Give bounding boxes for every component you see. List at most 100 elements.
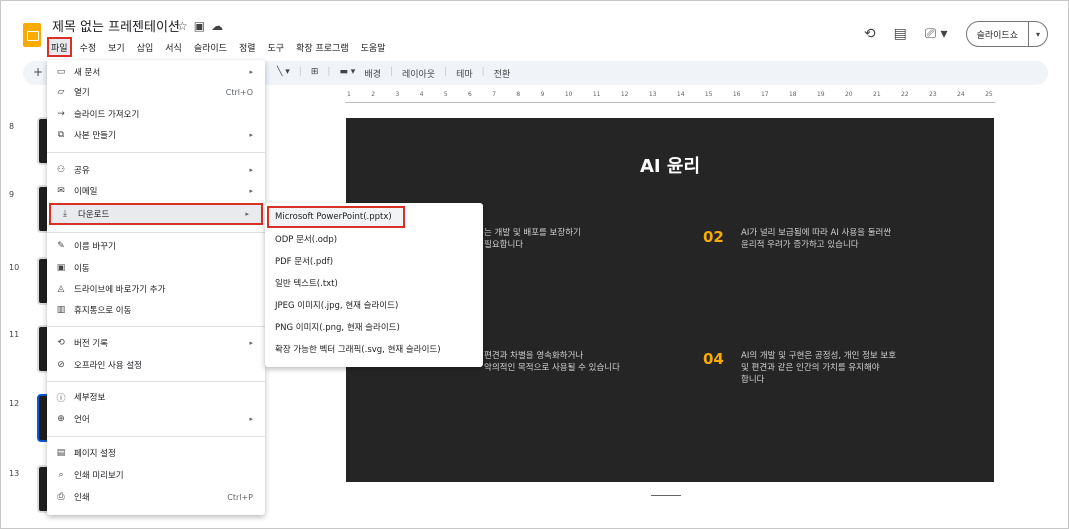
menu-divider bbox=[47, 232, 265, 233]
menu-item-version-history[interactable]: ⟲ 버전 기록 ▸ bbox=[47, 334, 265, 352]
menu-item-download[interactable]: ⤓ 다운로드 ▸ bbox=[49, 203, 263, 225]
history-icon: ⟲ bbox=[57, 338, 65, 348]
download-png[interactable]: PNG 이미지(.png, 현재 슬라이드) bbox=[275, 318, 475, 336]
download-pdf[interactable]: PDF 문서(.pdf) bbox=[275, 252, 475, 270]
menu-slide[interactable]: 슬라이드 bbox=[192, 39, 229, 55]
download-pptx[interactable]: Microsoft PowerPoint(.pptx) bbox=[267, 206, 405, 228]
cloud-status-icon[interactable]: ☁ bbox=[211, 19, 229, 33]
offline-icon: ⊘ bbox=[57, 360, 65, 370]
open-folder-icon: ▱ bbox=[57, 87, 65, 97]
slide-block-4[interactable]: AI의 개발 및 구현은 공정성, 개인 정보 보호 및 편견과 같은 인간의 … bbox=[741, 350, 896, 386]
fill-color-icon[interactable]: ▬ ▾ bbox=[339, 67, 355, 80]
menu-bar: 파일 수정 보기 삽입 서식 슬라이드 정렬 도구 확장 프로그램 도움말 bbox=[47, 37, 388, 57]
star-icon[interactable]: ☆ bbox=[177, 19, 194, 33]
ruler-tick-label: 7 bbox=[492, 91, 497, 98]
ruler-tick-label: 17 bbox=[760, 91, 769, 98]
line-tool-icon[interactable]: ╲ ▾ bbox=[277, 67, 290, 80]
slide-number: 13 bbox=[9, 469, 20, 478]
title-icons: ☆▣☁ bbox=[177, 19, 229, 33]
page-setup-icon: ▤ bbox=[56, 448, 66, 458]
slide-title[interactable]: AI 윤리 bbox=[346, 152, 994, 178]
ruler-tick-label: 23 bbox=[929, 91, 937, 98]
menu-item-import-slides[interactable]: → 슬라이드 가져오기 bbox=[47, 105, 265, 123]
history-icon[interactable]: ⟲ bbox=[864, 26, 876, 42]
toolbar-background[interactable]: 배경 bbox=[364, 67, 381, 80]
menu-item-print[interactable]: ⎙ 인쇄 Ctrl+P bbox=[47, 488, 265, 506]
ruler-tick-label: 9 bbox=[540, 91, 545, 98]
menu-item-add-shortcut[interactable]: ◬ 드라이브에 바로가기 추가 bbox=[47, 280, 265, 298]
menu-item-open[interactable]: ▱ 열기 Ctrl+O bbox=[47, 83, 265, 101]
app-window: 제목 없는 프레젠테이션 ☆▣☁ 파일 수정 보기 삽입 서식 슬라이드 정렬 … bbox=[0, 0, 1069, 529]
slide-number-02[interactable]: 02 bbox=[703, 228, 724, 246]
ruler-tick-label: 15 bbox=[704, 91, 713, 98]
toolbar-layout[interactable]: 레이아웃 bbox=[402, 67, 435, 80]
menu-help[interactable]: 도움말 bbox=[359, 39, 388, 55]
ruler-tick-label: 22 bbox=[901, 91, 909, 98]
ruler: 1 2 3 4 5 6 7 8 9 10 11 12 13 14 15 16 17 18 19 20 21 22 23 24 2… bbox=[345, 91, 995, 103]
chevron-right-icon: ▸ bbox=[249, 415, 253, 423]
info-icon: ⓘ bbox=[56, 393, 66, 404]
menu-item-offline[interactable]: ⊘ 오프라인 사용 설정 bbox=[47, 356, 265, 374]
menu-item-trash[interactable]: ▥ 휴지통으로 이동 bbox=[47, 301, 265, 319]
menu-item-email[interactable]: ✉ 이메일 ▸ bbox=[47, 182, 265, 200]
ruler-tick-label: 8 bbox=[516, 91, 521, 98]
menu-view[interactable]: 보기 bbox=[106, 39, 127, 55]
download-jpg[interactable]: JPEG 이미지(.jpg, 현재 슬라이드) bbox=[275, 296, 475, 314]
menu-format[interactable]: 서식 bbox=[163, 39, 184, 55]
menu-arrange[interactable]: 정렬 bbox=[237, 39, 258, 55]
menu-item-share[interactable]: ⚇ 공유 ▸ bbox=[47, 161, 265, 179]
slide-block-2[interactable]: AI가 널리 보급됨에 따라 AI 사용을 둘러싼 윤리적 우려가 증가하고 있… bbox=[741, 227, 891, 251]
doc-title[interactable]: 제목 없는 프레젠테이션 bbox=[52, 16, 180, 35]
slide-number: 12 bbox=[9, 399, 20, 408]
comment-add-icon[interactable]: ⊞ bbox=[311, 67, 319, 80]
speaker-notes-divider[interactable] bbox=[651, 495, 681, 496]
ruler-tick-label: 12 bbox=[620, 91, 629, 98]
menu-tools[interactable]: 도구 bbox=[266, 39, 287, 55]
file-menu: ▭ 새 문서 ▸ ▱ 열기 Ctrl+O → 슬라이드 가져오기 ⧉ 사본 만들기 ▸ ⚇ 공유… bbox=[47, 60, 265, 515]
menu-item-page-setup[interactable]: ▤ 페이지 설정 bbox=[47, 444, 265, 462]
slides-logo-icon[interactable] bbox=[23, 23, 41, 47]
toolbar-theme[interactable]: 테마 bbox=[456, 67, 473, 80]
move-folder-icon[interactable]: ▣ bbox=[194, 19, 211, 33]
slideshow-button[interactable]: 슬라이드쇼 ▾ bbox=[965, 21, 1048, 47]
menu-file[interactable]: 파일 bbox=[47, 37, 72, 57]
ruler-tick-label: 13 bbox=[648, 91, 657, 98]
slide-block-1[interactable]: 는 개발 및 배포를 보장하기 필요합니다 bbox=[484, 227, 581, 251]
menu-divider bbox=[47, 152, 265, 153]
download-submenu: Microsoft PowerPoint(.pptx) ODP 문서(.odp)… bbox=[265, 203, 483, 367]
ruler-tick-label: 20 bbox=[844, 91, 853, 98]
toolbar-items: ╲ ▾ | ⊞ | ▬ ▾ 배경 | 레이아웃 | 테마 | 전환 bbox=[277, 67, 511, 80]
ruler-tick-label: 10 bbox=[564, 91, 573, 98]
slide-number: 8 bbox=[9, 122, 15, 131]
header-actions: ⟲ ▤ ⎚ ▾ 슬라이드쇼 ▾ bbox=[864, 21, 1048, 47]
menu-edit[interactable]: 수정 bbox=[78, 39, 99, 55]
menu-item-language[interactable]: ⊕ 언어 ▸ bbox=[47, 410, 265, 428]
chevron-right-icon: ▸ bbox=[249, 131, 253, 139]
trash-icon: ▥ bbox=[56, 305, 66, 315]
slide-number-04[interactable]: 04 bbox=[703, 350, 724, 368]
ruler-tick-label: 4 bbox=[419, 91, 424, 98]
move-icon: ▣ bbox=[56, 263, 66, 273]
toolbar-transition[interactable]: 전환 bbox=[494, 67, 511, 80]
menu-item-print-preview[interactable]: ⌕ 인쇄 미리보기 bbox=[47, 466, 265, 484]
add-slide-icon[interactable]: + bbox=[33, 65, 43, 79]
download-icon: ⤓ bbox=[63, 209, 67, 219]
chevron-down-icon[interactable]: ▾ bbox=[1029, 30, 1047, 39]
menu-insert[interactable]: 삽입 bbox=[135, 39, 156, 55]
slide-number: 10 bbox=[9, 263, 20, 272]
chevron-right-icon: ▸ bbox=[249, 187, 253, 195]
download-odp[interactable]: ODP 문서(.odp) bbox=[275, 230, 475, 248]
menu-extensions[interactable]: 확장 프로그램 bbox=[294, 39, 351, 55]
download-svg[interactable]: 확장 가능한 벡터 그래픽(.svg, 현재 슬라이드) bbox=[275, 340, 475, 358]
comments-icon[interactable]: ▤ bbox=[894, 26, 907, 42]
menu-item-move[interactable]: ▣ 이동 bbox=[47, 259, 265, 277]
menu-item-details[interactable]: ⓘ 세부정보 bbox=[47, 388, 265, 406]
menu-item-new[interactable]: ▭ 새 문서 ▸ bbox=[47, 63, 265, 81]
download-txt[interactable]: 일반 텍스트(.txt) bbox=[275, 274, 475, 292]
menu-item-rename[interactable]: ✎ 이름 바꾸기 bbox=[47, 237, 265, 255]
slide-block-3[interactable]: 편견과 차별을 영속화하거나 악의적인 목적으로 사용될 수 있습니다 bbox=[484, 350, 620, 374]
slideshow-label[interactable]: 슬라이드쇼 bbox=[967, 22, 1029, 46]
meet-icon[interactable]: ⎚ ▾ bbox=[925, 26, 948, 42]
slide-number: 11 bbox=[9, 330, 20, 339]
menu-item-make-copy[interactable]: ⧉ 사본 만들기 ▸ bbox=[47, 126, 265, 144]
